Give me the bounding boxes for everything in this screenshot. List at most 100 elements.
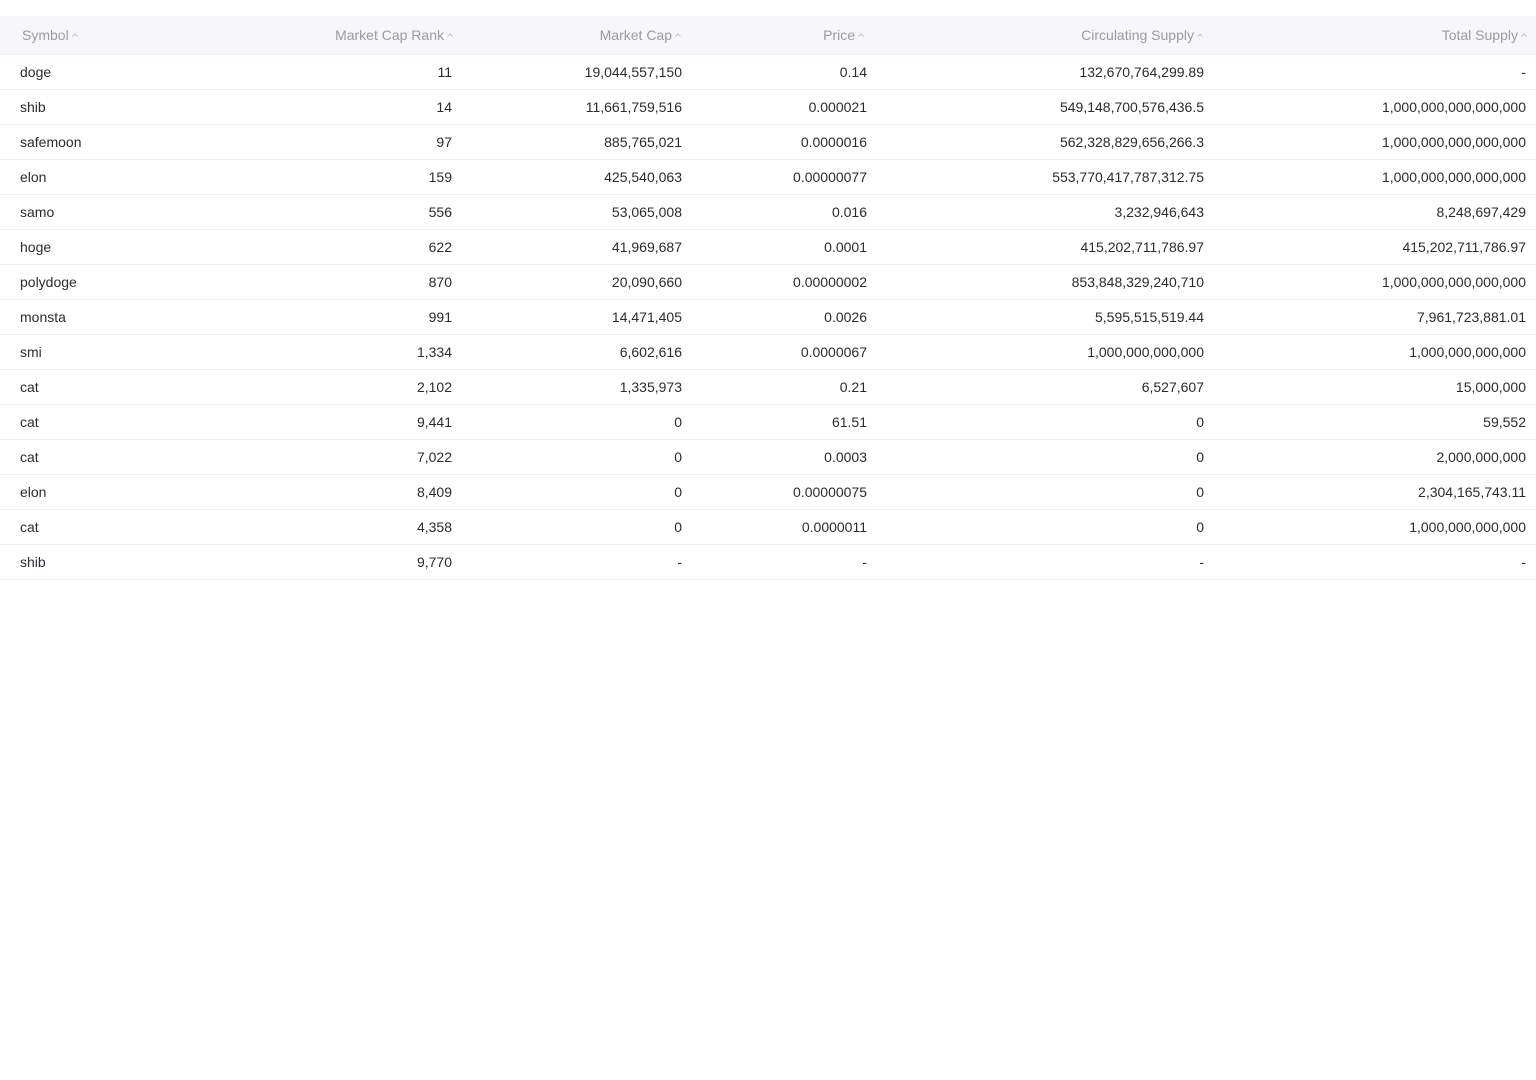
cell-rank: 7,022 bbox=[416, 448, 452, 465]
cell-total: 1,000,000,000,000 bbox=[1409, 518, 1526, 535]
cell-price: 0.0001 bbox=[824, 238, 867, 255]
cell-rank: 556 bbox=[428, 203, 452, 220]
cell-total: - bbox=[1521, 63, 1526, 80]
cell-mcap: 1,335,973 bbox=[619, 378, 682, 395]
cell-total: 1,000,000,000,000,000 bbox=[1381, 273, 1526, 290]
cell-mcap: 0 bbox=[674, 448, 682, 465]
cell-mcap: 14,471,405 bbox=[611, 308, 682, 325]
cell-rank: 991 bbox=[428, 308, 452, 325]
sort-caret-up-icon[interactable] bbox=[857, 32, 865, 38]
cell-circ: 853,848,329,240,710 bbox=[1071, 273, 1204, 290]
sort-caret-up-icon[interactable] bbox=[446, 32, 454, 38]
column-header-circ[interactable]: Circulating Supply bbox=[875, 16, 1212, 55]
cell-mcap: - bbox=[677, 553, 682, 570]
cell-rank: 9,441 bbox=[416, 413, 452, 430]
cell-rank: 870 bbox=[428, 273, 452, 290]
cell-mcap: 0 bbox=[674, 413, 682, 430]
table-row[interactable]: cat 9,441 0 61.51 0 59,552 bbox=[0, 404, 1536, 439]
cell-symbol: doge bbox=[20, 63, 52, 80]
cell-circ: 549,148,700,576,436.5 bbox=[1059, 98, 1204, 115]
table-row[interactable]: elon 159 425,540,063 0.00000077 553,770,417,… bbox=[0, 159, 1536, 194]
cell-rank: 622 bbox=[428, 238, 452, 255]
column-header-price[interactable]: Price bbox=[690, 16, 875, 55]
sort-caret-up-icon[interactable] bbox=[674, 32, 682, 38]
table-row[interactable]: elon 8,409 0 0.00000075 0 2,304,165,743.11 bbox=[0, 474, 1536, 509]
cell-total: 7,961,723,881.01 bbox=[1417, 308, 1526, 325]
column-header-rank[interactable]: Market Cap Rank bbox=[210, 16, 460, 55]
cell-price: 0.0003 bbox=[824, 448, 867, 465]
cell-circ: 0 bbox=[1196, 518, 1204, 535]
cell-price: 0.00000077 bbox=[793, 168, 867, 185]
cell-symbol: monsta bbox=[20, 308, 66, 325]
crypto-table: Symbol Market Cap Rank Market Cap Price Circ… bbox=[0, 16, 1536, 580]
table-row[interactable]: shib 14 11,661,759,516 0.000021 549,148,700,… bbox=[0, 89, 1536, 124]
cell-total: 1,000,000,000,000,000 bbox=[1381, 168, 1526, 185]
cell-mcap: 425,540,063 bbox=[604, 168, 682, 185]
cell-rank: 11 bbox=[437, 63, 452, 80]
cell-circ: 553,770,417,787,312.75 bbox=[1052, 168, 1204, 185]
cell-total: 1,000,000,000,000,000 bbox=[1381, 98, 1526, 115]
cell-circ: 415,202,711,786.97 bbox=[1080, 238, 1204, 255]
cell-symbol: hoge bbox=[20, 238, 52, 255]
cell-price: 0.14 bbox=[839, 63, 867, 80]
table-row[interactable]: cat 7,022 0 0.0003 0 2,000,000,000 bbox=[0, 439, 1536, 474]
cell-total: 59,552 bbox=[1483, 413, 1526, 430]
cell-symbol: cat bbox=[20, 448, 39, 465]
cell-total: - bbox=[1521, 553, 1526, 570]
cell-mcap: 53,065,008 bbox=[611, 203, 682, 220]
cell-mcap: 885,765,021 bbox=[604, 133, 682, 150]
cell-price: 61.51 bbox=[831, 413, 867, 430]
cell-symbol: elon bbox=[20, 483, 47, 500]
cell-mcap: 6,602,616 bbox=[619, 343, 682, 360]
sort-caret-up-icon[interactable] bbox=[1196, 32, 1204, 38]
table-row[interactable]: samo 556 53,065,008 0.016 3,232,946,643 8,248… bbox=[0, 194, 1536, 229]
cell-circ: 1,000,000,000,000 bbox=[1087, 343, 1204, 360]
cell-mcap: 0 bbox=[674, 518, 682, 535]
column-header-label: Price bbox=[823, 26, 855, 43]
cell-circ: 3,232,946,643 bbox=[1114, 203, 1204, 220]
cell-symbol: cat bbox=[20, 518, 39, 535]
cell-price: 0.000021 bbox=[808, 98, 867, 115]
cell-total: 415,202,711,786.97 bbox=[1402, 238, 1526, 255]
cell-price: 0.0000067 bbox=[800, 343, 867, 360]
table-row[interactable]: monsta 991 14,471,405 0.0026 5,595,515,519.4… bbox=[0, 299, 1536, 334]
table-body: doge 11 19,044,557,150 0.14 132,670,764,299.… bbox=[0, 54, 1536, 579]
cell-rank: 8,409 bbox=[416, 483, 452, 500]
table-row[interactable]: polydoge 870 20,090,660 0.00000002 853,848,3… bbox=[0, 264, 1536, 299]
cell-circ: - bbox=[1199, 553, 1204, 570]
column-header-total[interactable]: Total Supply bbox=[1212, 16, 1536, 55]
column-header-mcap[interactable]: Market Cap bbox=[460, 16, 690, 55]
table-row[interactable]: cat 2,102 1,335,973 0.21 6,527,607 15,000,000 bbox=[0, 369, 1536, 404]
cell-price: 0.00000075 bbox=[793, 483, 867, 500]
table-row[interactable]: cat 4,358 0 0.0000011 0 1,000,000,000,000 bbox=[0, 509, 1536, 544]
table-row[interactable]: hoge 622 41,969,687 0.0001 415,202,711,786.9… bbox=[0, 229, 1536, 264]
column-header-label: Market Cap bbox=[599, 26, 672, 43]
cell-total: 15,000,000 bbox=[1455, 378, 1526, 395]
cell-rank: 159 bbox=[428, 168, 452, 185]
table-row[interactable]: safemoon 97 885,765,021 0.0000016 562,328,82… bbox=[0, 124, 1536, 159]
column-header-label: Market Cap Rank bbox=[335, 26, 444, 43]
cell-symbol: samo bbox=[20, 203, 55, 220]
cell-total: 8,248,697,429 bbox=[1436, 203, 1526, 220]
cell-circ: 0 bbox=[1196, 448, 1204, 465]
cell-price: 0.0000016 bbox=[800, 133, 867, 150]
column-header-label: Total Supply bbox=[1441, 26, 1518, 43]
table-row[interactable]: shib 9,770 - - - - bbox=[0, 544, 1536, 579]
cell-mcap: 11,661,759,516 bbox=[585, 98, 682, 115]
column-header-symbol[interactable]: Symbol bbox=[0, 16, 210, 55]
table-row[interactable]: smi 1,334 6,602,616 0.0000067 1,000,000,000,… bbox=[0, 334, 1536, 369]
table-row[interactable]: doge 11 19,044,557,150 0.14 132,670,764,299.… bbox=[0, 54, 1536, 89]
cell-circ: 0 bbox=[1196, 483, 1204, 500]
cell-symbol: cat bbox=[20, 378, 39, 395]
column-header-label: Symbol bbox=[22, 26, 69, 43]
cell-symbol: smi bbox=[20, 343, 42, 360]
sort-caret-up-icon[interactable] bbox=[1520, 32, 1528, 38]
cell-circ: 132,670,764,299.89 bbox=[1079, 63, 1204, 80]
cell-rank: 9,770 bbox=[416, 553, 452, 570]
cell-rank: 97 bbox=[436, 133, 452, 150]
cell-circ: 6,527,607 bbox=[1141, 378, 1204, 395]
cell-circ: 5,595,515,519.44 bbox=[1095, 308, 1204, 325]
sort-caret-up-icon[interactable] bbox=[71, 32, 79, 38]
cell-rank: 4,358 bbox=[416, 518, 452, 535]
cell-mcap: 0 bbox=[674, 483, 682, 500]
